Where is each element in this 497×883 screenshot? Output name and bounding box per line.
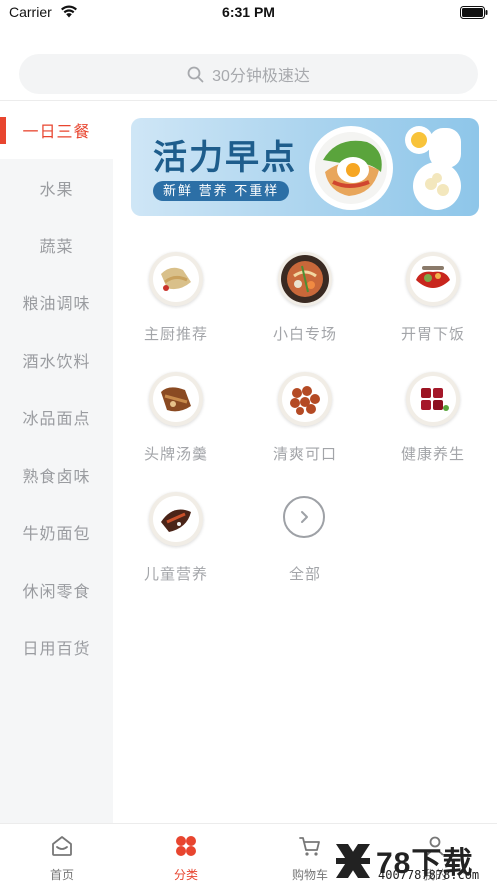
banner-subtitle: 新鲜 营养 不重样 [153, 181, 290, 201]
category-label: 头牌汤羹 [143, 446, 208, 463]
category-label: 主厨推荐 [143, 326, 208, 343]
cart-icon [299, 837, 320, 856]
category-label: 清爽可口 [272, 446, 337, 463]
banner-title: 活力早点 [153, 138, 297, 178]
search-icon [187, 66, 204, 82]
sidebar-item-label: 水果 [39, 182, 74, 199]
tab-home[interactable]: 首页 [0, 824, 124, 883]
sidebar-item-label: 牛奶面包 [22, 526, 91, 543]
breakfast-plate-icon [309, 126, 461, 210]
dumpling-plate-icon [278, 372, 332, 426]
category-label: 小白专场 [272, 326, 337, 343]
sidebar-item-fruit[interactable]: 水果 [0, 159, 113, 217]
watermark-url: 4007787878.com [378, 868, 480, 882]
category-kids[interactable]: 儿童营养 [121, 492, 231, 592]
category-label: 儿童营养 [143, 566, 208, 583]
category-all[interactable]: 全部 [250, 492, 360, 592]
sidebar-item-drinks[interactable]: 酒水饮料 [0, 331, 113, 389]
clock: 6:31 PM [222, 4, 275, 20]
category-chef-recommend[interactable]: 主厨推荐 [121, 252, 231, 352]
sidebar-item-label: 酒水饮料 [22, 354, 91, 371]
battery-icon [460, 6, 488, 19]
soup-icon [149, 372, 203, 426]
promo-banner[interactable]: 活力早点 新鲜 营养 不重样 [131, 118, 479, 216]
sidebar-item-label: 蔬菜 [39, 239, 74, 256]
watermark: 78下载 4007787878.com [330, 838, 497, 883]
sidebar-item-snacks[interactable]: 休闲零食 [0, 561, 113, 619]
search-bar[interactable]: 30分钟极速达 [19, 54, 478, 94]
sidebar-item-label: 休闲零食 [22, 584, 91, 601]
category-xiaobai[interactable]: 小白专场 [250, 252, 360, 352]
sidebar-item-dairy-bread[interactable]: 牛奶面包 [0, 503, 113, 561]
sidebar-item-label: 一日三餐 [22, 124, 91, 141]
category-healthy[interactable]: 健康养生 [378, 372, 488, 472]
sidebar-item-daily-goods[interactable]: 日用百货 [0, 618, 113, 676]
category-label: 健康养生 [400, 446, 465, 463]
category-refreshing[interactable]: 清爽可口 [250, 372, 360, 472]
sidebar-item-frozen[interactable]: 冰品面点 [0, 388, 113, 446]
braised-pork-icon [406, 372, 460, 426]
sidebar-item-vegetables[interactable]: 蔬菜 [0, 216, 113, 274]
home-icon [52, 836, 72, 856]
category-appetizing[interactable]: 开胃下饭 [378, 252, 488, 352]
category-icon [176, 836, 196, 856]
x-logo-icon [332, 840, 374, 882]
spicy-pot-icon [406, 252, 460, 306]
fish-dish-icon [149, 492, 203, 546]
sidebar-item-deli[interactable]: 熟食卤味 [0, 446, 113, 504]
tab-label: 首页 [49, 868, 74, 882]
tab-label: 分类 [173, 868, 198, 882]
sidebar-item-label: 熟食卤味 [22, 469, 91, 486]
sidebar-item-label: 冰品面点 [22, 411, 91, 428]
status-bar: Carrier 6:31 PM [0, 0, 497, 26]
category-label: 全部 [288, 566, 321, 583]
search-placeholder: 30分钟极速达 [212, 68, 310, 85]
category-soup[interactable]: 头牌汤羹 [121, 372, 231, 472]
tab-category[interactable]: 分类 [124, 824, 248, 883]
sidebar-item-meals[interactable]: 一日三餐 [0, 101, 113, 159]
sidebar-item-grain-oil[interactable]: 粮油调味 [0, 273, 113, 331]
chevron-right-icon [283, 496, 325, 538]
category-label: 开胃下饭 [400, 326, 465, 343]
category-sidebar: 一日三餐 水果 蔬菜 粮油调味 酒水饮料 冰品面点 熟食卤味 牛奶面包 休闲零食… [0, 101, 113, 823]
chef-dish-icon [149, 252, 203, 306]
noodle-bowl-icon [278, 252, 332, 306]
sidebar-item-label: 日用百货 [22, 641, 91, 658]
sidebar-item-label: 粮油调味 [22, 296, 91, 313]
